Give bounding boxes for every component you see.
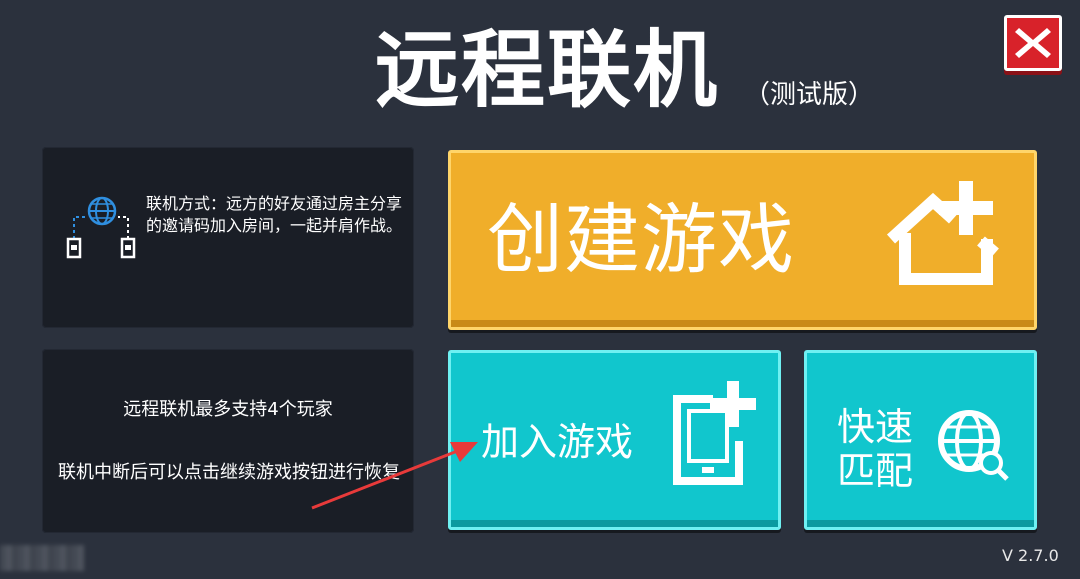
tips-panel (42, 349, 414, 533)
blurred-watermark (0, 545, 84, 571)
join-game-button[interactable]: 加入游戏 (448, 350, 781, 530)
quick-match-button[interactable]: 快速匹配 (804, 350, 1037, 530)
globe-search-icon (938, 410, 1009, 481)
close-x-icon (1015, 28, 1051, 58)
network-globe-icon (66, 196, 136, 259)
resume-tip: 联机中断后可以点击继续游戏按钮进行恢复 (58, 462, 400, 483)
quick-match-label: 快速匹配 (837, 405, 914, 493)
connection-method-text: 联机方式：远方的好友通过房主分享的邀请码加入房间，一起并肩作战。 (146, 194, 403, 235)
max-players-tip: 远程联机最多支持4个玩家 (123, 399, 333, 420)
create-game-label: 创建游戏 (487, 195, 795, 284)
tablet-plus-icon (673, 381, 756, 485)
join-game-label: 加入游戏 (481, 420, 634, 464)
close-button[interactable] (1004, 15, 1062, 71)
page-title: 远程联机 (375, 21, 720, 119)
version-label: V 2.7.0 (1002, 546, 1059, 565)
remote-multiplayer-screen: 远程联机 （测试版） 联机方式：远方的好友通过房主分享的邀请码加入房间，一起并肩… (0, 0, 1080, 579)
page-subtitle: （测试版） (744, 80, 875, 110)
create-game-button[interactable]: 创建游戏 (448, 150, 1037, 330)
house-plus-icon (886, 181, 999, 285)
